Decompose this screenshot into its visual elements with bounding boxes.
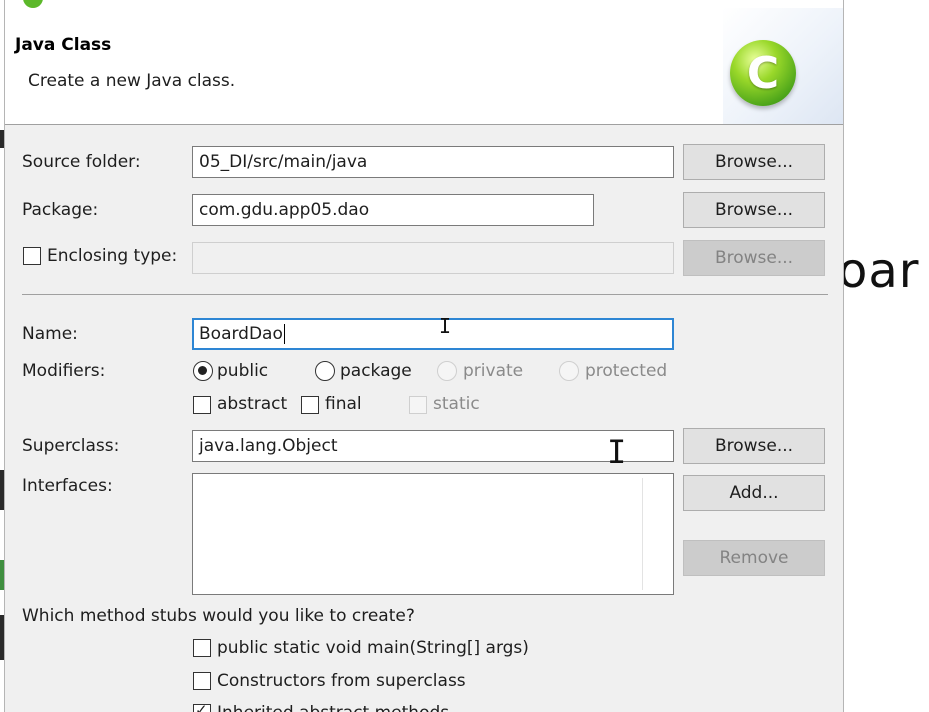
- source-folder-browse-button[interactable]: Browse...: [683, 144, 825, 180]
- stub-constructors-label: Constructors from superclass: [217, 671, 466, 691]
- package-input[interactable]: com.gdu.app05.dao: [192, 194, 594, 226]
- superclass-input[interactable]: java.lang.Object: [192, 430, 674, 462]
- name-input-value: BoardDao: [199, 324, 283, 344]
- separator: [22, 294, 828, 295]
- modifier-package-label: package: [340, 361, 412, 381]
- modifier-abstract-checkbox[interactable]: [193, 396, 211, 414]
- modifier-protected-radio[interactable]: [559, 361, 579, 381]
- modifier-public-label: public: [217, 361, 269, 381]
- modifier-abstract-label: abstract: [217, 394, 288, 414]
- enclosing-type-input[interactable]: [192, 242, 674, 274]
- modifier-private-label: private: [463, 361, 524, 381]
- mouse-ibeam-cursor-icon: I: [439, 314, 452, 338]
- modifier-public-radio[interactable]: [193, 361, 213, 381]
- modifier-package-radio[interactable]: [315, 361, 335, 381]
- eclipse-window-icon: [23, 0, 43, 8]
- list-column-divider: [642, 478, 643, 590]
- java-class-icon: C: [730, 40, 796, 106]
- modifier-final-label: final: [325, 394, 362, 414]
- interfaces-label: Interfaces:: [22, 476, 113, 496]
- background-text-right: oar: [838, 243, 920, 299]
- enclosing-type-label: Enclosing type:: [47, 246, 178, 266]
- package-label: Package:: [22, 200, 99, 220]
- superclass-label: Superclass:: [22, 436, 120, 456]
- modifiers-label: Modifiers:: [22, 361, 106, 381]
- superclass-browse-button[interactable]: Browse...: [683, 428, 825, 464]
- text-caret: [283, 324, 285, 344]
- name-label: Name:: [22, 324, 78, 344]
- name-input[interactable]: BoardDao: [192, 318, 674, 350]
- modifier-static-label: static: [433, 394, 480, 414]
- interfaces-list[interactable]: [192, 473, 674, 595]
- enclosing-type-browse-button[interactable]: Browse...: [683, 240, 825, 276]
- modifier-private-radio[interactable]: [437, 361, 457, 381]
- modifier-protected-label: protected: [585, 361, 668, 381]
- stub-main-checkbox[interactable]: [193, 639, 211, 657]
- source-folder-input[interactable]: 05_DI/src/main/java: [192, 146, 674, 178]
- titlebar: [5, 0, 843, 8]
- stub-constructors-checkbox[interactable]: [193, 672, 211, 690]
- modifier-final-checkbox[interactable]: [301, 396, 319, 414]
- wizard-header: Java Class Create a new Java class. C: [5, 8, 843, 125]
- method-stubs-question: Which method stubs would you like to cre…: [22, 606, 415, 626]
- stub-inherited-abstract-checkbox[interactable]: [193, 701, 211, 712]
- wizard-title: Java Class: [15, 35, 112, 55]
- wizard-description: Create a new Java class.: [28, 71, 236, 91]
- modifier-static-checkbox[interactable]: [409, 396, 427, 414]
- interfaces-add-button[interactable]: Add...: [683, 475, 825, 511]
- new-java-class-dialog: Java Class Create a new Java class. C So…: [4, 0, 844, 712]
- stub-inherited-abstract-label: Inherited abstract methods: [217, 703, 449, 712]
- source-folder-label: Source folder:: [22, 152, 141, 172]
- enclosing-type-checkbox[interactable]: [23, 247, 41, 265]
- package-browse-button[interactable]: Browse...: [683, 192, 825, 228]
- mouse-ibeam-cursor-icon: I: [607, 433, 627, 471]
- interfaces-remove-button[interactable]: Remove: [683, 540, 825, 576]
- stub-main-label: public static void main(String[] args): [217, 638, 529, 658]
